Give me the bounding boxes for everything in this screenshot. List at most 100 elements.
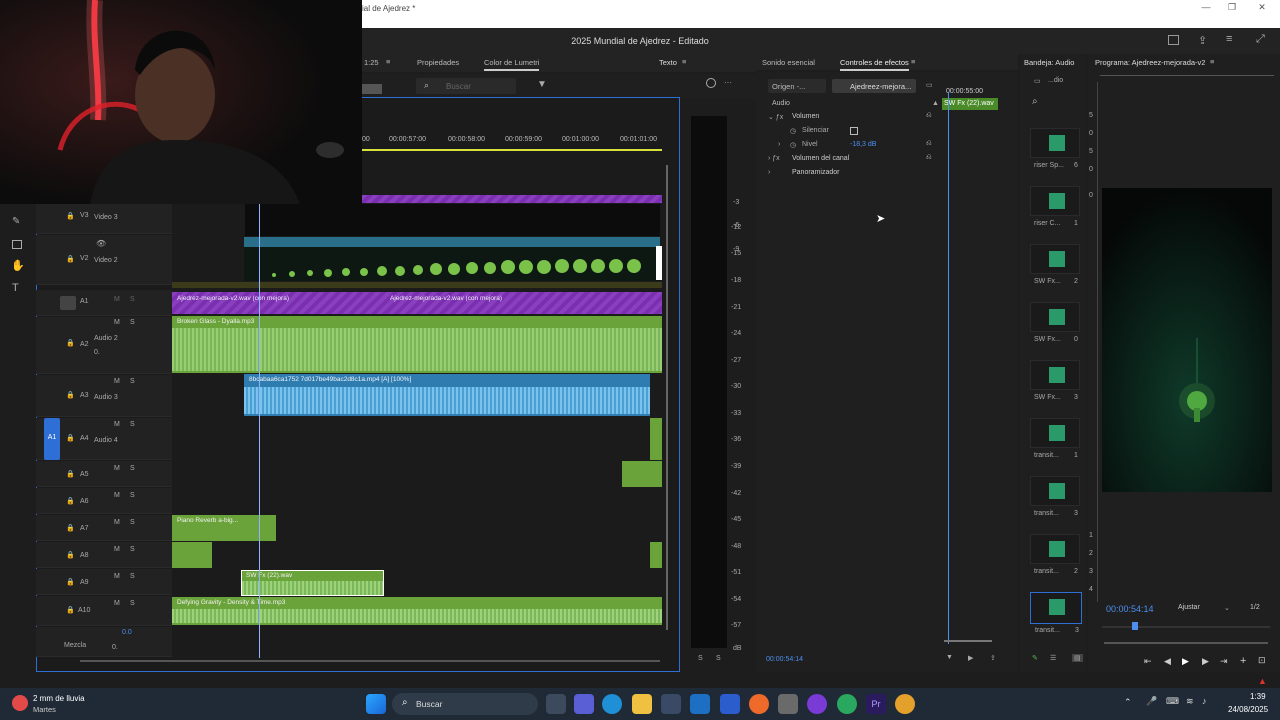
play-icon[interactable]: ▶	[1182, 656, 1189, 667]
program-video[interactable]	[1102, 188, 1272, 492]
tab-text[interactable]: Texto	[659, 58, 677, 67]
pen-tool-icon[interactable]: ✎	[12, 216, 20, 227]
solo-left[interactable]: S	[698, 655, 703, 662]
solo-button[interactable]: S	[130, 465, 135, 472]
wifi-icon[interactable]: ≋	[1186, 696, 1194, 707]
chrome-icon[interactable]	[895, 694, 915, 714]
toggle-panel-icon[interactable]: ▭	[926, 81, 933, 89]
solo-button[interactable]: S	[130, 573, 135, 580]
warning-icon[interactable]: ▲	[1258, 676, 1267, 686]
lock-icon[interactable]: 🔒	[66, 578, 75, 586]
hand-tool-icon[interactable]: ✋	[11, 259, 25, 272]
audio-clip-a9[interactable]: SW Fx (22).wav	[241, 570, 384, 596]
tab-properties[interactable]: Propiedades	[417, 58, 459, 67]
bin-item[interactable]: transit... 2	[1030, 534, 1080, 575]
zoom-icon[interactable]	[706, 78, 716, 88]
mute-button[interactable]: M	[114, 546, 120, 553]
minimize-button[interactable]: —	[1196, 2, 1216, 16]
solo-right[interactable]: S	[716, 655, 721, 662]
mark-out-icon[interactable]: ⇥	[1220, 656, 1228, 667]
type-tool-icon[interactable]: T	[12, 282, 19, 294]
weather-icon[interactable]	[12, 695, 28, 711]
bin-item[interactable]: transit... 1	[1030, 418, 1080, 459]
effect-zoom-bar[interactable]	[944, 640, 992, 642]
program-scrubber[interactable]	[1102, 622, 1270, 630]
bin-item[interactable]: SW Fx... 0	[1030, 302, 1080, 343]
scrubber-handle[interactable]	[1132, 622, 1138, 630]
panner-toggle-icon[interactable]: ›	[768, 169, 770, 176]
solo-button[interactable]: S	[130, 378, 135, 385]
solo-button[interactable]: S	[130, 492, 135, 499]
more-icon[interactable]: ···	[724, 78, 732, 87]
workspace-icon[interactable]	[1168, 35, 1179, 45]
file-explorer-icon[interactable]	[632, 694, 652, 714]
program-ruler[interactable]	[1100, 72, 1274, 76]
bin-item[interactable]: riser Sp... 6	[1030, 128, 1080, 169]
audio-clip-a1[interactable]: Ajedrez-mejorada-v2.wav (con mejora) Aje…	[172, 292, 662, 314]
program-menu-icon[interactable]: ≡	[1210, 57, 1214, 66]
bin-item[interactable]: SW Fx... 3	[1030, 360, 1080, 401]
playhead[interactable]	[259, 204, 260, 658]
reset-icon[interactable]: ⎌	[926, 112, 932, 120]
mute-button[interactable]: M	[114, 492, 120, 499]
step-back-icon[interactable]: ◀	[1164, 656, 1171, 667]
mute-button[interactable]: M	[114, 421, 120, 428]
add-button-icon[interactable]: +	[1240, 655, 1246, 667]
filter-icon[interactable]: ▼	[946, 654, 953, 661]
solo-button[interactable]: S	[130, 519, 135, 526]
outlook-icon[interactable]	[690, 694, 710, 714]
video-clip-v2[interactable]	[244, 247, 660, 281]
audio-clip-a3[interactable]: 8bcabaa6ca1752 7d017be49bac2d8c1a.mp4 [A…	[244, 374, 650, 416]
tab-menu-icon[interactable]: ≡	[386, 57, 390, 66]
task-view-icon[interactable]	[546, 694, 566, 714]
mix-volume[interactable]: 0.	[112, 644, 118, 651]
lock-icon[interactable]: 🔒	[66, 255, 75, 263]
list-view-icon[interactable]: ☰	[1050, 654, 1056, 662]
audio-clip-a10[interactable]: Defying Gravity - Density & Time.mp3	[172, 597, 662, 625]
edge-icon[interactable]	[602, 694, 622, 714]
bin-item-selected[interactable]: transit... 3	[1030, 592, 1082, 634]
vertical-scrollbar[interactable]	[666, 165, 668, 630]
clock-date[interactable]: 24/08/2025	[1228, 705, 1268, 714]
rectangle-tool-icon[interactable]	[12, 240, 22, 249]
fit-dropdown[interactable]: Ajustar ⌄	[1176, 602, 1232, 616]
channel-volume-toggle-icon[interactable]: › ƒx	[768, 155, 780, 162]
video-clip-v2-header[interactable]	[244, 237, 660, 247]
time-ruler[interactable]: 00 00:00:57:00 00:00:58:00 00:00:59:00 0…	[362, 130, 672, 152]
tab-essential-sound[interactable]: Sonido esencial	[762, 58, 815, 67]
step-forward-icon[interactable]: ▶	[1202, 656, 1209, 667]
audio-clip-a8-end[interactable]	[650, 542, 662, 568]
icon-view-icon[interactable]: ▤	[1072, 654, 1083, 662]
lock-icon[interactable]: 🔒	[66, 606, 75, 614]
source-patch-a1[interactable]: A1	[44, 418, 60, 460]
volume-icon[interactable]: ♪	[1202, 696, 1207, 706]
reset-icon[interactable]: ⎌	[926, 140, 932, 148]
mute-button[interactable]: M	[114, 465, 120, 472]
expand-icon[interactable]: ›	[778, 141, 780, 148]
clip-dropdown[interactable]: Ajedreez-mejora...	[832, 79, 916, 93]
bin-item[interactable]: SW Fx... 2	[1030, 244, 1080, 285]
lock-icon[interactable]: 🔒	[66, 551, 75, 559]
export-icon[interactable]: ⇪	[990, 654, 996, 662]
audio-clip-a2[interactable]: Broken Glass - Dyalla.mp3	[172, 316, 662, 373]
share-icon[interactable]: ⇪	[1198, 34, 1207, 47]
solo-button[interactable]: S	[130, 296, 135, 303]
premiere-icon[interactable]: Pr	[866, 694, 886, 714]
source-dropdown[interactable]: Origen -...	[768, 79, 826, 93]
horizontal-scrollbar[interactable]	[80, 660, 660, 662]
audio-clip-a7[interactable]: Piano Reverb a-big...	[172, 515, 276, 541]
lock-icon[interactable]: 🔒	[66, 391, 75, 399]
chevron-up-icon[interactable]: ⌃	[1124, 697, 1132, 708]
obs-icon[interactable]	[807, 694, 827, 714]
stopwatch-icon[interactable]: ◷	[790, 127, 796, 135]
export-frame-icon[interactable]: ⊡	[1258, 655, 1266, 666]
program-zoom-bar[interactable]	[1104, 642, 1268, 644]
stopwatch-icon[interactable]: ◷	[790, 141, 796, 149]
maximize-button[interactable]: ❐	[1222, 2, 1242, 16]
solo-button[interactable]: S	[130, 600, 135, 607]
mute-button[interactable]: M	[114, 573, 120, 580]
solo-button[interactable]: S	[130, 421, 135, 428]
tab-lumetri[interactable]: Color de Lumetri	[484, 58, 540, 71]
teams-icon[interactable]	[574, 694, 594, 714]
effect-clip-bar[interactable]: SW Fx (22).wav	[942, 98, 998, 110]
